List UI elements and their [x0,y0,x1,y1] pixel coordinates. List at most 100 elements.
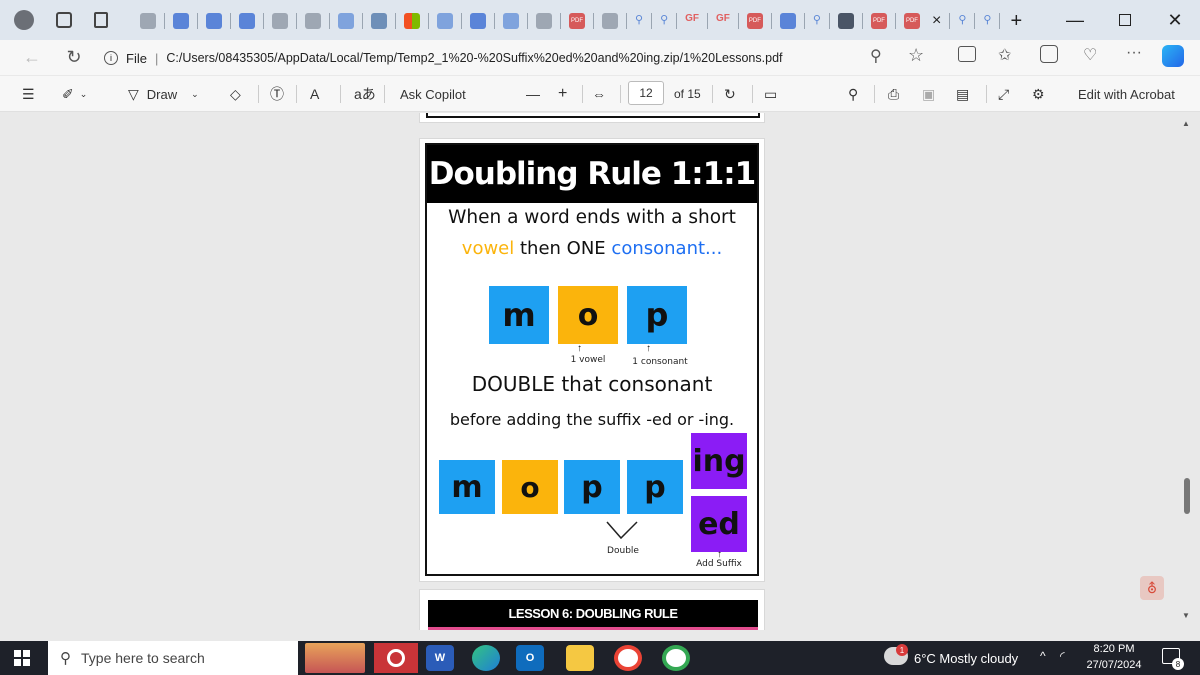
divider [582,85,583,103]
tab-icon[interactable] [272,13,288,29]
profile-icon[interactable] [14,10,34,30]
wifi-icon[interactable]: ◜ [1060,649,1065,663]
favorite-star-icon[interactable]: ☆ [908,45,924,66]
wordpress-tab-icon[interactable] [371,13,387,29]
chrome-app-icon[interactable] [614,645,642,671]
search-highlight-image[interactable] [305,643,365,673]
zoom-in-button[interactable]: + [558,80,567,108]
print-icon[interactable]: ⎙ [888,80,899,108]
scrollbar[interactable]: ▲ ▼ [1175,113,1200,630]
save-as-icon[interactable]: ▤ [956,80,969,108]
scroll-up-arrow[interactable]: ▲ [1182,119,1190,128]
gf-tab-label[interactable]: GF [685,13,699,29]
search-tab-icon[interactable]: ⚲ [635,13,643,29]
divider [894,13,896,29]
divider [296,85,297,103]
heart-extension-icon[interactable]: ♡ [1083,45,1097,65]
notification-count-badge: 8 [1172,658,1184,670]
search-tab-icon[interactable]: ⚲ [660,13,668,29]
collections-icon[interactable] [1040,45,1058,63]
gf-tab-label[interactable]: GF [716,13,730,29]
translate-icon[interactable]: aあ [354,80,376,108]
maximize-button[interactable] [1100,2,1150,38]
bing-tab-icon[interactable] [503,13,519,29]
contents-icon[interactable]: ☰ [22,80,35,108]
divider [874,85,875,103]
pdf-viewer[interactable]: Doubling Rule 1:1:1 When a word ends wit… [0,113,1175,630]
rotate-icon[interactable]: ↻ [724,80,736,108]
page-view-icon[interactable]: ▭ [764,80,777,108]
search-tab-icon[interactable]: ⚲ [958,13,966,29]
tab-icon[interactable] [140,13,156,29]
edge-app-icon[interactable] [472,645,500,671]
scroll-thumb[interactable] [1184,478,1190,514]
word-app-icon[interactable]: W [426,645,454,671]
pdf-tab-icon[interactable]: PDF [569,13,585,29]
close-tab-button[interactable]: × [932,12,941,30]
highlight-icon[interactable]: ✐ ⌄ [62,80,87,108]
doc-tab-icon[interactable] [206,13,222,29]
file-explorer-icon[interactable] [566,645,594,671]
favorites-icon[interactable]: ✩ [998,45,1011,65]
filter-tab-icon[interactable] [837,13,854,29]
divider [999,13,1001,29]
chrome-profile-app-icon[interactable] [662,645,690,671]
bing-tab-icon[interactable] [338,13,354,29]
show-hidden-icons-chevron-icon[interactable]: ^ [1040,649,1046,663]
copilot-icon[interactable] [1162,45,1184,67]
more-menu-icon[interactable]: ··· [1126,44,1142,62]
tab-icon[interactable] [536,13,552,29]
read-aloud-icon[interactable]: A [310,80,319,108]
info-icon[interactable]: i [104,51,118,65]
fit-page-icon[interactable]: ⇔ [592,80,606,108]
address-bar[interactable]: i File | C:/Users/08435305/AppData/Local… [104,45,904,71]
doc-tab-icon[interactable] [239,13,255,29]
opera-app-icon[interactable] [374,643,418,673]
tab-icon[interactable] [305,13,321,29]
workspaces-icon[interactable] [56,12,72,28]
back-button[interactable]: ← [14,42,50,72]
letter-tile-m: m [489,286,549,344]
settings-gear-icon[interactable]: ⚙ [1032,80,1045,108]
ask-copilot-button[interactable]: Ask Copilot [400,80,466,108]
draw-button[interactable]: ▽ Draw ⌄ [128,80,199,108]
doc-tab-icon[interactable] [173,13,189,29]
divider [626,13,627,29]
acrobat-icon[interactable]: ⛢ [1140,576,1164,600]
pdf-tab-icon[interactable]: PDF [746,13,763,29]
search-tab-icon[interactable]: ⚲ [813,13,821,29]
search-icon[interactable]: ⚲ [848,80,858,108]
eraser-icon[interactable]: ◇ [230,80,241,108]
text-box-icon[interactable]: Ⓣ [270,80,284,108]
windows-taskbar: ⚲ Type here to search W O 1 6°C Mostly c… [0,641,1200,675]
draw-label: Draw [146,86,178,102]
zoom-out-button[interactable]: — [526,80,540,108]
split-screen-icon[interactable] [958,46,976,62]
suffix-tile-ing: ing [691,433,747,489]
new-tab-button[interactable]: + [1010,10,1022,33]
weather-text[interactable]: 6°C Mostly cloudy [914,651,1018,666]
microsoft-tab-icon[interactable] [404,13,420,29]
clock-time[interactable]: 8:20 PM [1086,643,1142,655]
scroll-down-arrow[interactable]: ▼ [1182,611,1190,620]
doc-tab-icon[interactable] [779,13,796,29]
clock-date[interactable]: 27/07/2024 [1080,659,1148,671]
outlook-app-icon[interactable]: O [516,645,544,671]
refresh-button[interactable]: ↻ [56,42,92,72]
save-icon[interactable]: ▣ [922,80,935,108]
active-pdf-tab-icon[interactable]: PDF [903,13,920,29]
page-number-input[interactable]: 12 [628,81,664,105]
minimize-button[interactable]: — [1050,2,1100,38]
image-tab-icon[interactable] [470,13,486,29]
url-text[interactable]: C:/Users/08435305/AppData/Local/Temp/Tem… [166,51,782,65]
bing-tab-icon[interactable] [437,13,453,29]
search-tab-icon[interactable]: ⚲ [983,13,991,29]
tab-actions-icon[interactable] [94,12,108,28]
windows-start-icon[interactable] [14,650,30,666]
edit-with-acrobat-button[interactable]: Edit with Acrobat [1078,80,1175,108]
pdf-tab-icon[interactable]: PDF [870,13,887,29]
taskbar-search-box[interactable]: ⚲ Type here to search [48,641,298,675]
close-window-button[interactable]: ✕ [1150,2,1200,38]
tab-icon[interactable] [602,13,618,29]
fullscreen-icon[interactable]: ⤢ [998,80,1009,108]
